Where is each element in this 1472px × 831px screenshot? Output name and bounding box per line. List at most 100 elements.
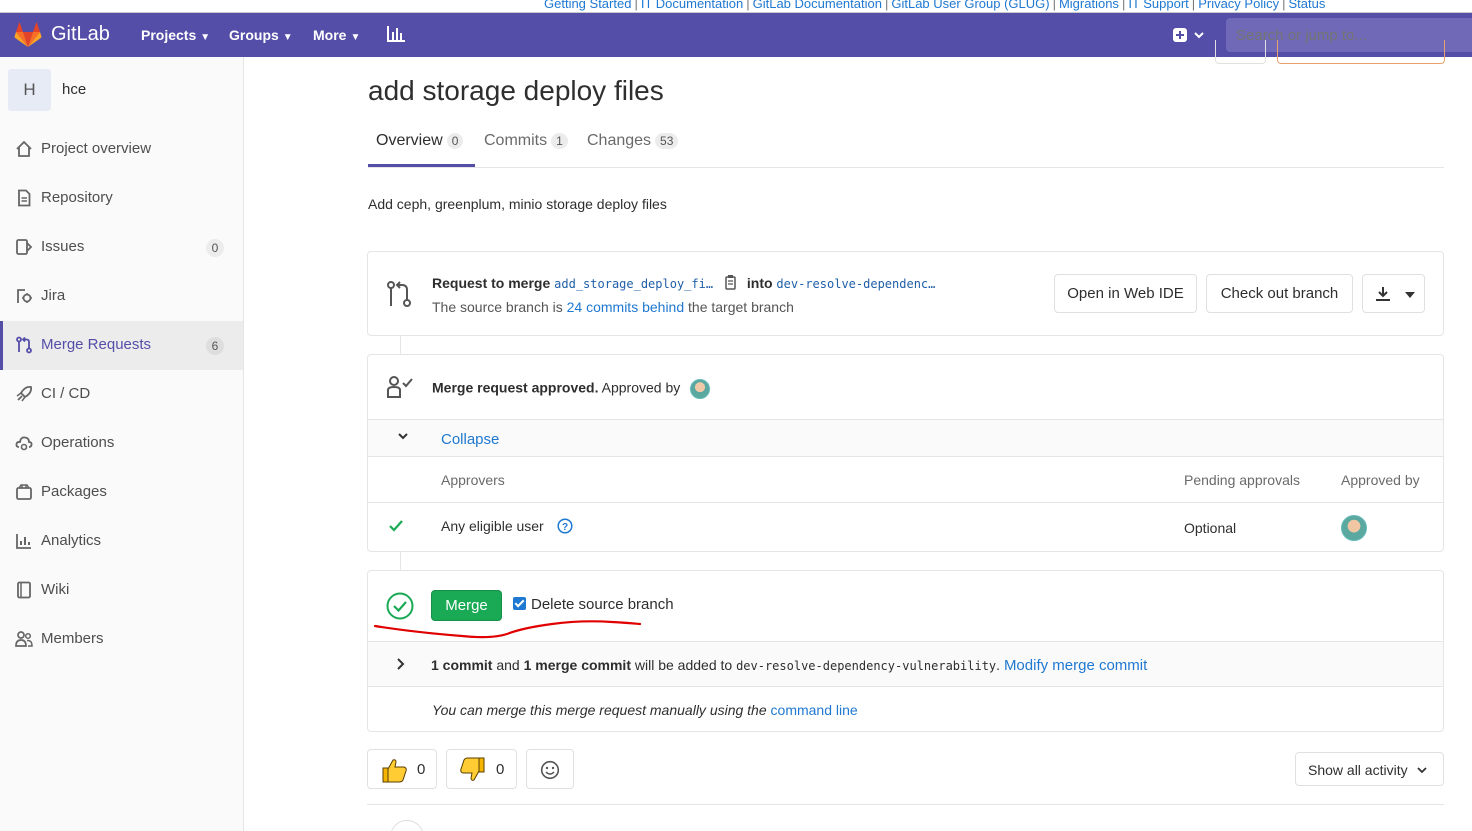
sidebar-item-wiki[interactable]: Wiki (0, 566, 243, 615)
thumbs-down-button[interactable]: 0 (446, 749, 517, 789)
separator: | (1191, 0, 1196, 11)
merge-requests-count-badge: 6 (206, 337, 224, 355)
nav-groups[interactable]: Groups ▼ (229, 27, 293, 43)
activity-chart-icon[interactable] (386, 24, 406, 44)
active-tab-indicator (368, 164, 475, 167)
approver-avatar[interactable] (690, 379, 711, 399)
sidebar-item-repository[interactable]: Repository (0, 174, 243, 223)
target-branch-full: dev-resolve-dependency-vulnerability (736, 659, 997, 673)
thumbs-up-icon (382, 759, 407, 783)
thumbs-up-button[interactable]: 0 (367, 749, 437, 789)
link-gitlab-documentation[interactable]: GitLab Documentation (753, 0, 882, 11)
thumbs-down-icon (460, 757, 485, 781)
connector-line (400, 552, 401, 570)
home-icon (16, 140, 32, 157)
checkbox-checked-icon[interactable] (513, 597, 526, 610)
add-reaction-button[interactable] (526, 749, 574, 789)
smiley-icon (540, 760, 560, 780)
approved-by-avatar[interactable] (1341, 515, 1367, 541)
modify-merge-commit-link[interactable]: Modify merge commit (1004, 657, 1147, 674)
commits-behind-link[interactable]: 24 commits behind (567, 299, 685, 315)
collapse-label[interactable]: Collapse (441, 431, 499, 448)
link-it-documentation[interactable]: IT Documentation (641, 0, 743, 11)
red-underline-annotation (373, 620, 642, 639)
sidebar-item-ci-cd[interactable]: CI / CD (0, 370, 243, 419)
commit-count: 1 commit (431, 657, 493, 673)
tab-changes-label: Changes (587, 132, 652, 149)
approvals-table-row: Any eligible user ? Optional (368, 503, 1443, 551)
rocket-icon (16, 385, 33, 402)
behind-suffix: the target branch (688, 299, 794, 315)
brand-name[interactable]: GitLab (51, 23, 110, 46)
sidebar-item-project-overview[interactable]: Project overview (0, 125, 243, 174)
tab-commits-label: Commits (484, 132, 548, 149)
approvals-card: Merge request approved. Approved by Coll… (367, 354, 1444, 552)
sidebar-item-operations[interactable]: Operations (0, 419, 243, 468)
tab-overview[interactable]: Overview 0 (376, 132, 464, 150)
package-icon (16, 484, 32, 500)
commit-summary-text: 1 commit and 1 merge commit will be adde… (431, 657, 1147, 674)
commit-summary-row[interactable]: 1 commit and 1 merge commit will be adde… (368, 641, 1443, 687)
connector-line (400, 336, 401, 354)
help-icon[interactable]: ? (557, 518, 573, 534)
sidebar-item-jira[interactable]: Jira (0, 272, 243, 321)
tab-overview-count: 0 (446, 133, 464, 149)
new-item-plus-icon[interactable] (1172, 26, 1206, 44)
collapse-toggle[interactable]: Collapse (368, 419, 1443, 457)
sidebar-item-label: Wiki (41, 581, 70, 598)
chevron-down-icon: ▼ (282, 32, 293, 43)
check-icon (389, 520, 403, 532)
sidebar-item-issues[interactable]: Issues 0 (0, 223, 243, 272)
link-privacy-policy[interactable]: Privacy Policy (1198, 0, 1279, 11)
project-avatar: H (8, 69, 51, 111)
chevron-down-icon: ▼ (350, 32, 361, 43)
jira-icon (17, 289, 32, 303)
request-to-merge-label: Request to merge (432, 275, 551, 291)
activity-filter-dropdown[interactable]: Show all activity (1295, 752, 1444, 786)
command-line-link[interactable]: command line (771, 702, 858, 718)
sidebar-item-packages[interactable]: Packages (0, 468, 243, 517)
link-status[interactable]: Status (1289, 0, 1326, 11)
page-title: add storage deploy files (368, 75, 664, 106)
tab-commits[interactable]: Commits 1 (484, 132, 568, 150)
approval-status: Merge request approved. Approved by (432, 379, 711, 399)
approved-by-label: Approved by (601, 379, 681, 396)
timeline-avatar (390, 820, 424, 831)
sidebar-item-label: Operations (41, 434, 115, 451)
tab-changes[interactable]: Changes 53 (587, 132, 679, 150)
open-web-ide-button[interactable]: Open in Web IDE (1054, 274, 1197, 313)
header-pending-approvals: Pending approvals (1184, 472, 1300, 488)
link-getting-started[interactable]: Getting Started (544, 0, 631, 11)
chart-icon (16, 534, 31, 549)
edit-button[interactable] (1215, 40, 1266, 64)
download-dropdown-button[interactable] (1362, 274, 1425, 313)
check-out-branch-button[interactable]: Check out branch (1206, 274, 1353, 313)
thumbs-down-count: 0 (496, 761, 505, 778)
target-branch[interactable]: dev-resolve-dependenc… (776, 277, 935, 291)
cloud-gear-icon (15, 436, 33, 451)
sidebar-item-label: Issues (41, 238, 85, 255)
sidebar-item-label: Repository (41, 189, 113, 206)
link-migrations[interactable]: Migrations (1059, 0, 1119, 11)
separator: | (1282, 0, 1286, 11)
sidebar-item-label: Project overview (41, 140, 152, 157)
sidebar-item-members[interactable]: Members (0, 615, 243, 664)
sidebar-item-analytics[interactable]: Analytics (0, 517, 243, 566)
nav-projects[interactable]: Projects ▼ (141, 27, 210, 43)
approval-user-icon (387, 376, 413, 398)
link-gitlab-user-group[interactable]: GitLab User Group (GLUG) (891, 0, 1049, 11)
delete-source-branch-checkbox[interactable]: Delete source branch (513, 596, 674, 613)
download-icon (1376, 287, 1390, 301)
header-approved-by: Approved by (1341, 472, 1420, 488)
sidebar-item-merge-requests[interactable]: Merge Requests 6 (0, 321, 243, 370)
close-merge-request-button[interactable] (1277, 40, 1445, 64)
separator: | (1052, 0, 1056, 11)
tab-changes-count: 53 (655, 133, 679, 149)
source-branch[interactable]: add_storage_deploy_fi… (554, 277, 713, 291)
merge-branches-line: Request to merge add_storage_deploy_fi… … (432, 274, 935, 291)
gitlab-logo-icon[interactable] (14, 22, 42, 48)
copy-branch-icon[interactable] (723, 274, 739, 290)
link-it-support[interactable]: IT Support (1128, 0, 1188, 11)
nav-more[interactable]: More ▼ (313, 27, 360, 43)
issues-icon (16, 239, 33, 255)
